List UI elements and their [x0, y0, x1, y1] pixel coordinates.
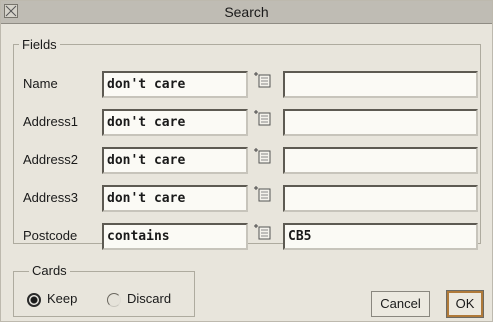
condition-field-name[interactable]: don't care — [102, 71, 248, 98]
keep-radio[interactable] — [27, 293, 41, 307]
cancel-button[interactable]: Cancel — [371, 291, 430, 317]
window-title: Search — [224, 4, 269, 20]
condition-field-address3[interactable]: don't care — [102, 185, 248, 212]
discard-radio[interactable] — [107, 293, 121, 307]
menu-popup-icon[interactable] — [251, 146, 273, 168]
condition-field-address2[interactable]: don't care — [102, 147, 248, 174]
value-field-address1[interactable] — [283, 109, 478, 136]
discard-radio-label[interactable]: Discard — [127, 291, 171, 306]
field-label-address1: Address1 — [23, 114, 78, 129]
value-field-postcode[interactable]: CB5 — [283, 223, 478, 250]
field-label-postcode: Postcode — [23, 228, 78, 243]
menu-popup-icon[interactable] — [251, 70, 273, 92]
field-label-name: Name — [23, 76, 58, 91]
cards-group-label: Cards — [29, 263, 70, 278]
condition-field-address1[interactable]: don't care — [102, 109, 248, 136]
value-field-name[interactable] — [283, 71, 478, 98]
value-field-address3[interactable] — [283, 185, 478, 212]
field-label-address2: Address2 — [23, 152, 78, 167]
value-field-address2[interactable] — [283, 147, 478, 174]
ok-button[interactable]: OK — [446, 290, 484, 318]
condition-field-postcode[interactable]: contains — [102, 223, 248, 250]
keep-radio-label[interactable]: Keep — [47, 291, 77, 306]
menu-popup-icon[interactable] — [251, 108, 273, 130]
field-label-address3: Address3 — [23, 190, 78, 205]
menu-popup-icon[interactable] — [251, 184, 273, 206]
menu-popup-icon[interactable] — [251, 222, 273, 244]
fields-group-label: Fields — [19, 37, 60, 52]
title-bar[interactable]: Search — [1, 1, 492, 24]
search-dialog: Search Fields Name don't care Address1 d… — [0, 0, 493, 322]
